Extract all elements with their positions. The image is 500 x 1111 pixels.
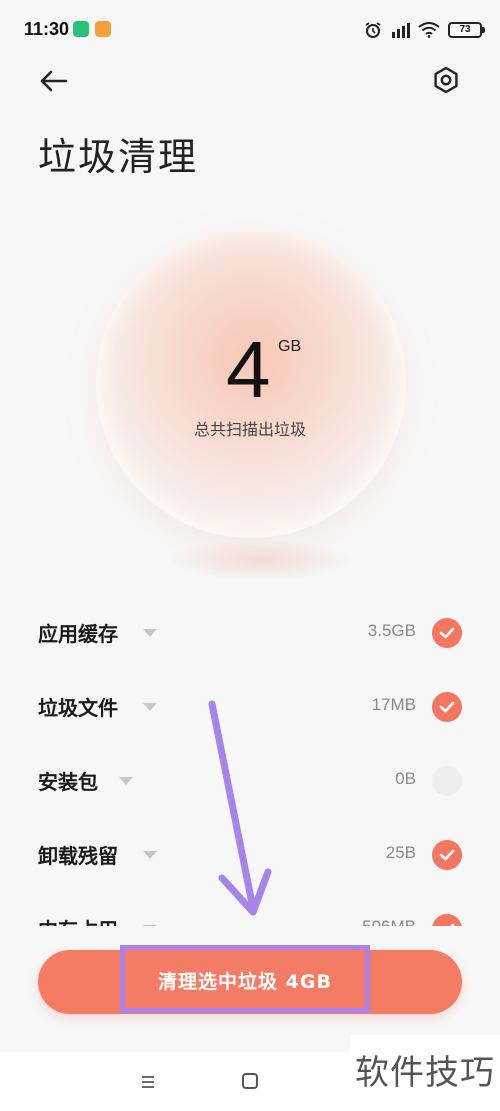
alarm-icon: [365, 22, 381, 38]
status-time: 11:30: [24, 19, 70, 39]
settings-button[interactable]: [430, 64, 462, 96]
wifi-icon: [418, 22, 440, 38]
checkbox[interactable]: [432, 914, 462, 926]
total-junk-caption: 总共扫描出垃圾: [193, 420, 306, 439]
checkmark-icon: [450, 923, 455, 926]
chevron-down-icon[interactable]: [143, 925, 157, 926]
page-title: 垃圾清理: [38, 135, 199, 179]
list-item-size: 3.5GB: [367, 621, 416, 640]
checkmark-icon: [439, 849, 455, 861]
checkmark-icon: [439, 701, 455, 713]
checkbox[interactable]: [432, 618, 462, 648]
menu-icon[interactable]: [140, 1074, 156, 1090]
chevron-down-icon[interactable]: [119, 777, 133, 785]
watermark: 软件技巧: [350, 1035, 500, 1111]
back-button[interactable]: [36, 64, 72, 100]
list-item-label: 垃圾文件: [38, 696, 118, 720]
list-item-label: 安装包: [38, 770, 98, 794]
battery-indicator: 73: [448, 22, 485, 38]
list-item-size: 25B: [385, 843, 416, 862]
status-bar: 11:30 73: [0, 0, 500, 60]
signal-icon: [392, 23, 410, 38]
notification-app-icon-2: [95, 21, 111, 37]
list-item-label: 卸载残留: [38, 844, 118, 868]
list-item-label: 内存占用: [38, 914, 118, 926]
list-item-app-cache[interactable]: 应用缓存 3.5GB: [0, 596, 500, 670]
list-item-label: 应用缓存: [38, 622, 118, 646]
status-indicators: 73: [364, 20, 485, 40]
total-junk-value: 4: [226, 325, 271, 414]
list-item-size: 596MB: [362, 917, 416, 926]
checkmark-icon: [439, 627, 455, 639]
list-item-size: 0B: [395, 769, 416, 788]
chevron-down-icon[interactable]: [143, 851, 157, 859]
square-home-icon[interactable]: [242, 1073, 258, 1089]
orb-shadow: [170, 540, 350, 580]
hexagon-gear-icon: [434, 66, 458, 94]
list-item-size: 17MB: [371, 695, 416, 714]
chevron-down-icon[interactable]: [143, 629, 157, 637]
checkbox[interactable]: [432, 692, 462, 722]
total-junk-unit: GB: [278, 338, 302, 355]
notification-app-icon: [73, 21, 89, 37]
checkbox[interactable]: [432, 840, 462, 870]
clean-selected-label[interactable]: 清理选中垃圾 4GB: [120, 950, 370, 1014]
arrow-left-icon: [40, 70, 68, 92]
checkbox[interactable]: [432, 766, 462, 796]
annotation-arrow: [208, 700, 272, 916]
chevron-down-icon[interactable]: [143, 703, 157, 711]
